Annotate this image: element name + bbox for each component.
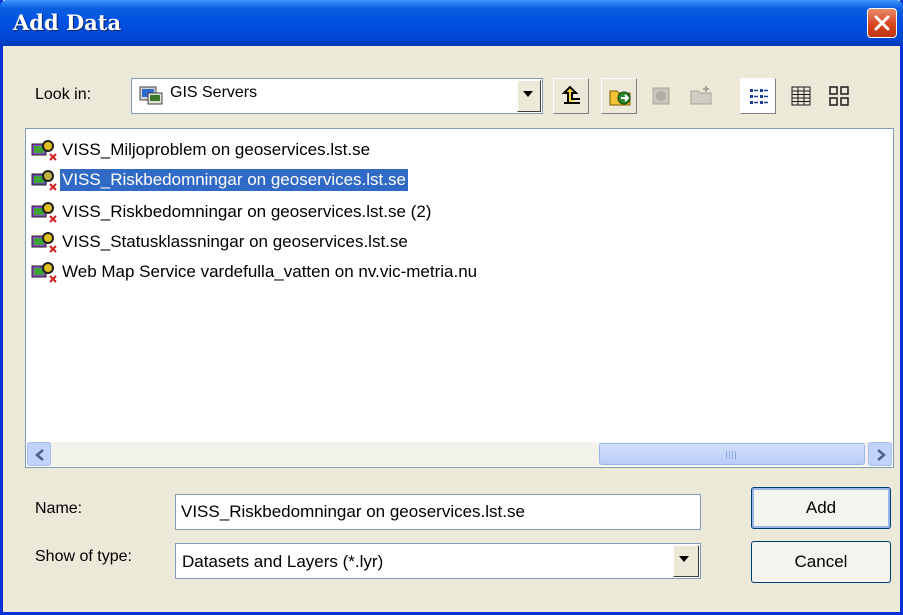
list-item-label: VISS_Miljoproblem on geoservices.lst.se <box>62 140 371 159</box>
list-item-selected[interactable]: VISS_Riskbedomningar on geoservices.lst.… <box>30 167 409 193</box>
thumbnails-view-icon <box>829 86 849 106</box>
list-item-label: VISS_Riskbedomningar on geoservices.lst.… <box>62 202 432 221</box>
list-item[interactable]: VISS_Miljoproblem on geoservices.lst.se <box>30 137 372 163</box>
scroll-left-button[interactable] <box>27 442 51 466</box>
show-of-type-dropdown-button[interactable] <box>673 545 699 577</box>
look-in-value: GIS Servers <box>170 84 258 101</box>
up-one-level-button[interactable] <box>553 78 589 114</box>
connect-to-folder-icon <box>609 90 631 106</box>
new-folder-icon <box>690 86 712 105</box>
file-list[interactable]: VISS_Miljoproblem on geoservices.lst.se … <box>25 128 894 468</box>
close-icon <box>874 15 890 31</box>
window-title: Add Data <box>13 10 122 35</box>
look-in-dropdown-button[interactable] <box>517 80 541 112</box>
list-view-button[interactable] <box>740 78 776 114</box>
gis-server-icon <box>31 140 57 161</box>
gis-server-icon <box>31 170 57 191</box>
gis-servers-icon <box>139 86 163 105</box>
list-item-label: VISS_Riskbedomningar on geoservices.lst.… <box>59 168 409 192</box>
scroll-right-button[interactable] <box>868 442 892 466</box>
horizontal-scrollbar[interactable] <box>27 442 892 466</box>
gis-server-icon <box>31 232 57 253</box>
connect-to-folder-button[interactable] <box>601 78 637 114</box>
gis-server-icon <box>31 202 57 223</box>
chevron-left-icon <box>35 449 44 461</box>
list-item-label: Web Map Service vardefulla_vatten on nv.… <box>62 262 478 281</box>
name-field-value: VISS_Riskbedomningar on geoservices.lst.… <box>181 502 525 521</box>
add-data-dialog: Add Data Look in: GIS Servers VISS_Miljo… <box>0 0 903 615</box>
list-item[interactable]: VISS_Riskbedomningar on geoservices.lst.… <box>30 199 433 225</box>
look-in-label: Look in: <box>35 86 92 103</box>
list-item[interactable]: Web Map Service vardefulla_vatten on nv.… <box>30 259 479 285</box>
name-field[interactable]: VISS_Riskbedomningar on geoservices.lst.… <box>175 494 701 530</box>
title-bar[interactable]: Add Data <box>0 0 903 46</box>
show-of-type-label: Show of type: <box>35 548 132 565</box>
details-view-button[interactable] <box>783 78 819 114</box>
thumbnails-view-button[interactable] <box>821 78 857 114</box>
scroll-thumb[interactable] <box>599 443 865 465</box>
look-in-combo[interactable]: GIS Servers <box>131 78 543 114</box>
details-view-icon <box>791 86 811 106</box>
new-folder-button <box>683 78 719 114</box>
show-of-type-value: Datasets and Layers (*.lyr) <box>182 552 384 571</box>
close-button[interactable] <box>867 8 897 38</box>
list-item-label: VISS_Statusklassningar on geoservices.ls… <box>62 232 408 251</box>
cancel-button[interactable]: Cancel <box>751 541 891 583</box>
gis-server-icon <box>31 262 57 283</box>
disconnect-button <box>643 78 679 114</box>
chevron-right-icon <box>877 449 886 461</box>
list-view-icon <box>750 89 768 104</box>
up-one-level-icon <box>561 85 580 104</box>
name-label: Name: <box>35 500 83 517</box>
list-item[interactable]: VISS_Statusklassningar on geoservices.ls… <box>30 229 410 255</box>
add-button[interactable]: Add <box>751 487 891 529</box>
show-of-type-combo[interactable]: Datasets and Layers (*.lyr) <box>175 543 701 579</box>
disconnect-icon <box>652 87 670 105</box>
